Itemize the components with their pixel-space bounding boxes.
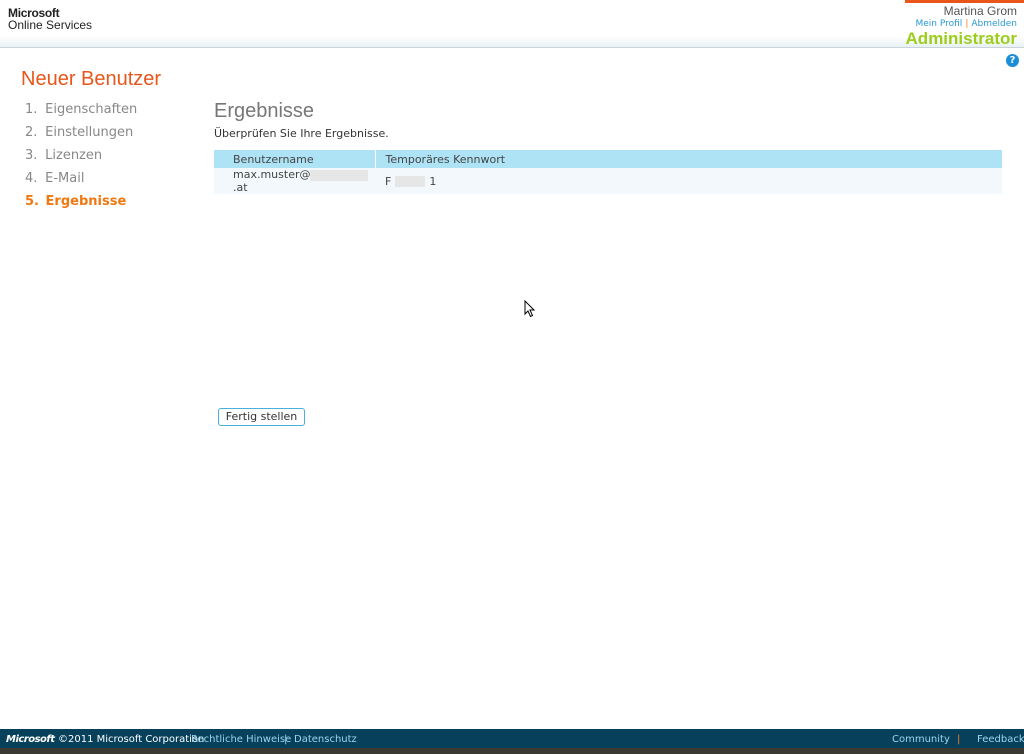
wizard-title: Neuer Benutzer <box>21 68 162 90</box>
role-label: Administrator <box>905 29 1017 48</box>
step-number: 1. <box>25 102 38 117</box>
step-number: 3. <box>25 148 38 163</box>
step-label: E-Mail <box>45 171 85 186</box>
logout-link[interactable]: Abmelden <box>971 19 1017 29</box>
username-cell: max.muster@.at <box>214 168 375 194</box>
step-label: Eigenschaften <box>45 102 138 117</box>
password-prefix: F <box>385 174 392 188</box>
password-cell: F1 <box>375 168 1002 194</box>
username-prefix: max.muster@ <box>233 168 311 181</box>
help-icon[interactable]: ? <box>1006 54 1019 67</box>
logo-line2: Online Services <box>8 18 93 32</box>
step-label: Einstellungen <box>45 125 134 140</box>
results-table: Benutzername Temporäres Kennwort max.must… <box>214 150 1002 194</box>
wizard-steps: 1. Eigenschaften 2. Einstellungen 3. Liz… <box>25 102 137 217</box>
user-name: Martina Grom <box>943 4 1017 18</box>
password-suffix: 1 <box>429 174 437 188</box>
finish-button[interactable]: Fertig stellen <box>218 408 305 426</box>
footer: Microsoft ©2011 Microsoft Corporation Re… <box>0 729 1024 748</box>
redacted-domain <box>310 169 369 181</box>
step-label: Ergebnisse <box>45 194 127 209</box>
step-licenses[interactable]: 3. Lizenzen <box>25 148 137 171</box>
step-label: Lizenzen <box>45 148 103 163</box>
step-number: 5. <box>25 194 39 209</box>
column-header-password: Temporäres Kennwort <box>374 150 1002 168</box>
table-row: max.muster@.at F1 <box>214 168 1002 194</box>
redacted-password <box>395 176 426 187</box>
microsoft-online-services-logo: Microsoft Online Services <box>8 7 92 31</box>
step-number: 4. <box>25 171 38 186</box>
header: Microsoft Online Services Martina Grom M… <box>0 0 1024 48</box>
username-suffix: .at <box>233 181 248 194</box>
user-box: Martina Grom Mein Profil | Abmelden Admini… <box>906 0 1017 49</box>
step-email[interactable]: 4. E-Mail <box>25 171 137 194</box>
step-settings[interactable]: 2. Einstellungen <box>25 125 137 148</box>
separator: | <box>965 19 969 29</box>
step-properties[interactable]: 1. Eigenschaften <box>25 102 137 125</box>
taskbar <box>0 748 1024 754</box>
mouse-cursor-icon <box>524 300 536 318</box>
column-header-username: Benutzername <box>214 150 375 168</box>
step-number: 2. <box>25 125 38 140</box>
step-results: 5. Ergebnisse <box>25 194 137 217</box>
page-subtitle: Überprüfen Sie Ihre Ergebnisse. <box>214 127 389 140</box>
page-heading: Ergebnisse <box>214 100 315 122</box>
my-profile-link[interactable]: Mein Profil <box>915 19 962 29</box>
